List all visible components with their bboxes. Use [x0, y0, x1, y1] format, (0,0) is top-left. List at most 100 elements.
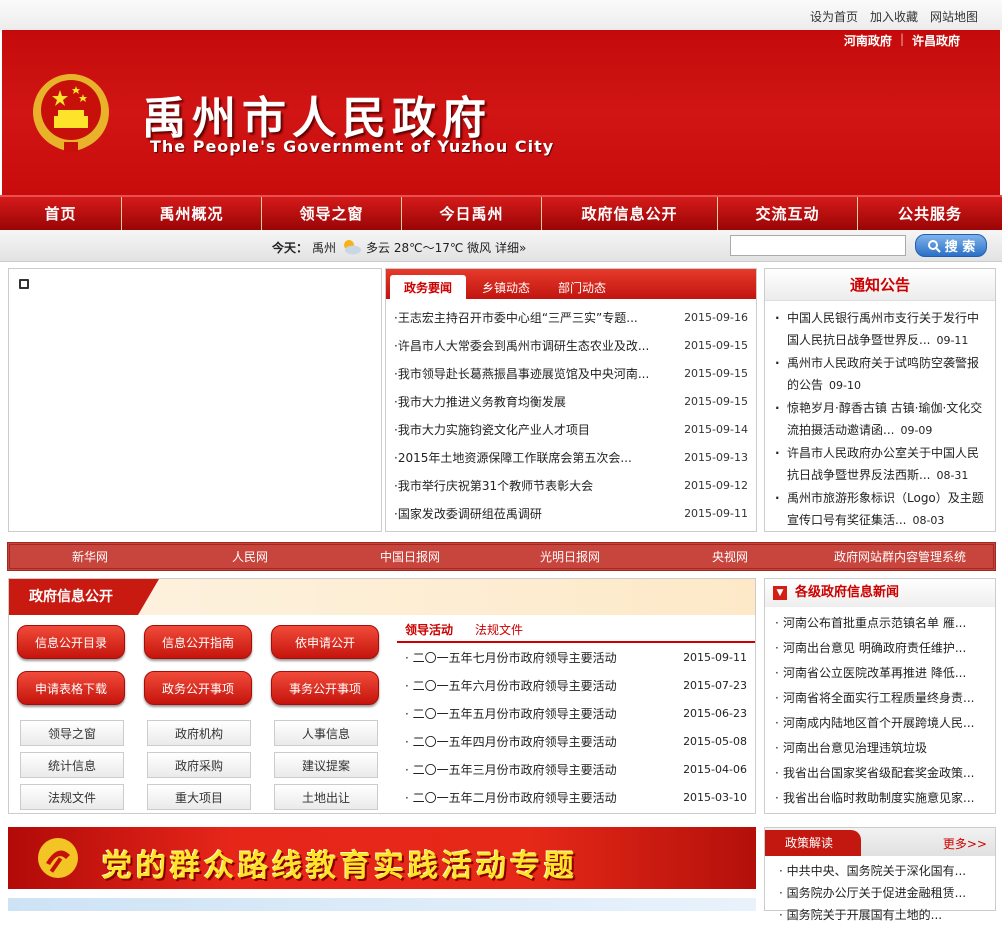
personnel-info-button[interactable]: 人事信息 — [274, 720, 378, 746]
procurement-button[interactable]: 政府采购 — [147, 752, 251, 778]
news-panel: 政务要闻 乡镇动态 部门动态 ·王志宏主持召开市委中心组“三严三实”专题... 2… — [385, 268, 757, 532]
news-item[interactable]: ·我市举行庆祝第31个教师节表彰大会 2015-09-12 — [394, 471, 748, 499]
policy-panel: 政策解读 更多>> · 中共中央、国务院关于深化国有... · 国务院办公厅关于… — [764, 827, 996, 922]
list-item[interactable]: 我省出台国家奖省级配套奖金政策... — [775, 761, 987, 786]
set-homepage-link[interactable]: 设为首页 — [810, 8, 858, 25]
proposals-button[interactable]: 建议提案 — [274, 752, 378, 778]
tab-gov-news[interactable]: 政务要闻 — [390, 275, 466, 299]
apply-open-button[interactable]: 依申请公开 — [271, 625, 379, 659]
cloudy-sun-icon — [340, 238, 362, 256]
search-button[interactable]: 搜 索 — [915, 234, 987, 257]
nav-info-open[interactable]: 政府信息公开 — [542, 197, 718, 230]
campaign-banner[interactable]: 党的群众路线教育实践活动专题 — [8, 827, 756, 889]
policy-list: · 中共中央、国务院关于深化国有... · 国务院办公厅关于促进金融租赁... … — [765, 856, 995, 926]
info-open-title: 政府信息公开 — [9, 579, 159, 615]
list-item[interactable]: · 中共中央、国务院关于深化国有... — [779, 860, 987, 882]
list-item[interactable]: · 国务院关于开展国有土地的... — [779, 904, 987, 926]
search-input[interactable] — [730, 235, 906, 256]
leaders-window-button[interactable]: 领导之窗 — [20, 720, 124, 746]
next-banner-strip — [8, 898, 756, 911]
list-item[interactable]: 河南省将全面实行工程质量终身责... — [775, 686, 987, 711]
list-item[interactable]: 我省出台临时救助制度实施意见家... — [775, 786, 987, 811]
link-chinadaily[interactable]: 中国日报网 — [330, 548, 490, 565]
list-item[interactable]: · 二〇一五年七月份市政府领导主要活动 2015-09-11 — [405, 643, 747, 671]
news-item[interactable]: ·我市大力实施钧瓷文化产业人才项目 2015-09-14 — [394, 415, 748, 443]
tab-dept-news[interactable]: 部门动态 — [546, 275, 618, 299]
sitemap-link[interactable]: 网站地图 — [930, 8, 978, 25]
policy-title: 政策解读 — [765, 830, 861, 856]
search-icon — [927, 239, 941, 253]
gov-news-list: 河南公布首批重点示范镇名单 雁... 河南出台意见 明确政府责任维护... 河南… — [765, 607, 995, 811]
tab-regulations[interactable]: 法规文件 — [475, 621, 523, 638]
news-item[interactable]: ·我市领导赴长葛燕振昌事迹展览馆及中央河南... 2015-09-15 — [394, 359, 748, 387]
gov-agencies-button[interactable]: 政府机构 — [147, 720, 251, 746]
nav-public-service[interactable]: 公共服务 — [858, 197, 1002, 230]
nav-leaders[interactable]: 领导之窗 — [262, 197, 402, 230]
party-emblem-icon — [38, 838, 78, 878]
nav-home[interactable]: 首页 — [0, 197, 122, 230]
public-affairs-button[interactable]: 事务公开事项 — [271, 671, 379, 705]
list-item[interactable]: · 国务院办公厅关于促进金融租赁... — [779, 882, 987, 904]
statistics-button[interactable]: 统计信息 — [20, 752, 124, 778]
weather-label: 今天： — [272, 240, 309, 255]
nav-interaction[interactable]: 交流互动 — [718, 197, 858, 230]
list-item[interactable]: · 二〇一五年三月份市政府领导主要活动 2015-04-06 — [405, 755, 747, 783]
list-item[interactable]: 河南省公立医院改革再推进 降低... — [775, 661, 987, 686]
list-item[interactable]: 河南出台意见 明确政府责任维护... — [775, 636, 987, 661]
add-favorite-link[interactable]: 加入收藏 — [870, 8, 918, 25]
link-people[interactable]: 人民网 — [170, 548, 330, 565]
notice-item[interactable]: 惊艳岁月·醇香古镇 古镇·瑜伽·文化交流拍摄活动邀请函...09-09 — [775, 397, 987, 442]
gov-news-panel: ▼ 各级政府信息新闻 河南公布首批重点示范镇名单 雁... 河南出台意见 明确政… — [764, 578, 996, 814]
news-item[interactable]: ·2015年土地资源保障工作联席会第五次会... 2015-09-13 — [394, 443, 748, 471]
national-emblem-icon — [33, 74, 109, 152]
tab-leader-activities[interactable]: 领导活动 — [405, 621, 453, 638]
notice-item[interactable]: 禹州市旅游形象标识（Logo）及主题宣传口号有奖征集活...08-03 — [775, 487, 987, 532]
info-catalog-button[interactable]: 信息公开目录 — [17, 625, 125, 659]
notice-panel: 通知公告 中国人民银行禹州市支行关于发行中国人民抗日战争暨世界反...09-11… — [764, 268, 996, 532]
photo-slideshow[interactable] — [8, 268, 382, 532]
news-item[interactable]: ·我市大力推进义务教育均衡发展 2015-09-15 — [394, 387, 748, 415]
link-xinhua[interactable]: 新华网 — [10, 548, 170, 565]
news-item[interactable]: ·国家发改委调研组莅禹调研 2015-09-11 — [394, 499, 748, 527]
gov-news-title: 各级政府信息新闻 — [795, 585, 900, 600]
land-transfer-button[interactable]: 土地出让 — [274, 784, 378, 810]
link-cms[interactable]: 政府网站群内容管理系统 — [810, 548, 990, 565]
slide-indicator-icon[interactable] — [19, 279, 29, 289]
link-guangming[interactable]: 光明日报网 — [490, 548, 650, 565]
policy-more-link[interactable]: 更多>> — [943, 835, 987, 852]
tab-town-news[interactable]: 乡镇动态 — [470, 275, 542, 299]
henan-gov-link[interactable]: 河南政府 — [844, 32, 892, 49]
notice-item[interactable]: 许昌市人民政府办公室关于中国人民抗日战争暨世界反法西斯...08-31 — [775, 442, 987, 487]
weather-info: 今天： 禹州 多云 28℃～17℃ 微风 详细» — [272, 238, 526, 256]
major-projects-button[interactable]: 重大项目 — [147, 784, 251, 810]
notice-item[interactable]: 禹州市人民政府关于试鸣防空袭警报的公告09-10 — [775, 352, 987, 397]
gov-news-header: ▼ 各级政府信息新闻 — [765, 579, 995, 607]
list-item[interactable]: 河南成内陆地区首个开展跨境人民... — [775, 711, 987, 736]
news-item[interactable]: ·许昌市人大常委会到禹州市调研生态农业及改... 2015-09-15 — [394, 331, 748, 359]
info-guide-button[interactable]: 信息公开指南 — [144, 625, 252, 659]
gov-affairs-button[interactable]: 政务公开事项 — [144, 671, 252, 705]
list-item[interactable]: · 二〇一五年六月份市政府领导主要活动 2015-07-23 — [405, 671, 747, 699]
nav-today[interactable]: 今日禹州 — [402, 197, 542, 230]
list-item[interactable]: · 二〇一五年五月份市政府领导主要活动 2015-06-23 — [405, 699, 747, 727]
notice-item[interactable]: 中国人民银行禹州市支行关于发行中国人民抗日战争暨世界反...09-11 — [775, 307, 987, 352]
chevron-down-icon: ▼ — [773, 586, 787, 600]
regulations-button[interactable]: 法规文件 — [20, 784, 124, 810]
weather-city: 禹州 — [312, 240, 337, 255]
xuchang-gov-link[interactable]: 许昌政府 — [912, 32, 960, 49]
link-cctv[interactable]: 央视网 — [650, 548, 810, 565]
news-list: ·王志宏主持召开市委中心组“三严三实”专题... 2015-09-16 ·许昌市人… — [386, 299, 756, 527]
list-item[interactable]: · 二〇一五年四月份市政府领导主要活动 2015-05-08 — [405, 727, 747, 755]
news-item[interactable]: ·王志宏主持召开市委中心组“三严三实”专题... 2015-09-16 — [394, 303, 748, 331]
policy-header: 政策解读 更多>> — [765, 828, 995, 856]
form-download-button[interactable]: 申请表格下载 — [17, 671, 125, 705]
list-item[interactable]: 河南出台意见治理违筑垃圾 — [775, 736, 987, 761]
nav-overview[interactable]: 禹州概况 — [122, 197, 262, 230]
list-item[interactable]: 河南公布首批重点示范镇名单 雁... — [775, 611, 987, 636]
news-tabs: 政务要闻 乡镇动态 部门动态 — [386, 269, 756, 299]
site-subtitle: The People's Government of Yuzhou City — [150, 137, 555, 156]
list-item[interactable]: · 二〇一五年二月份市政府领导主要活动 2015-03-10 — [405, 783, 747, 811]
campaign-title: 党的群众路线教育实践活动专题 — [102, 849, 578, 884]
top-utility-bar: 设为首页 加入收藏 网站地图 — [0, 0, 1002, 30]
weather-text[interactable]: 多云 28℃～17℃ 微风 详细» — [366, 239, 526, 256]
